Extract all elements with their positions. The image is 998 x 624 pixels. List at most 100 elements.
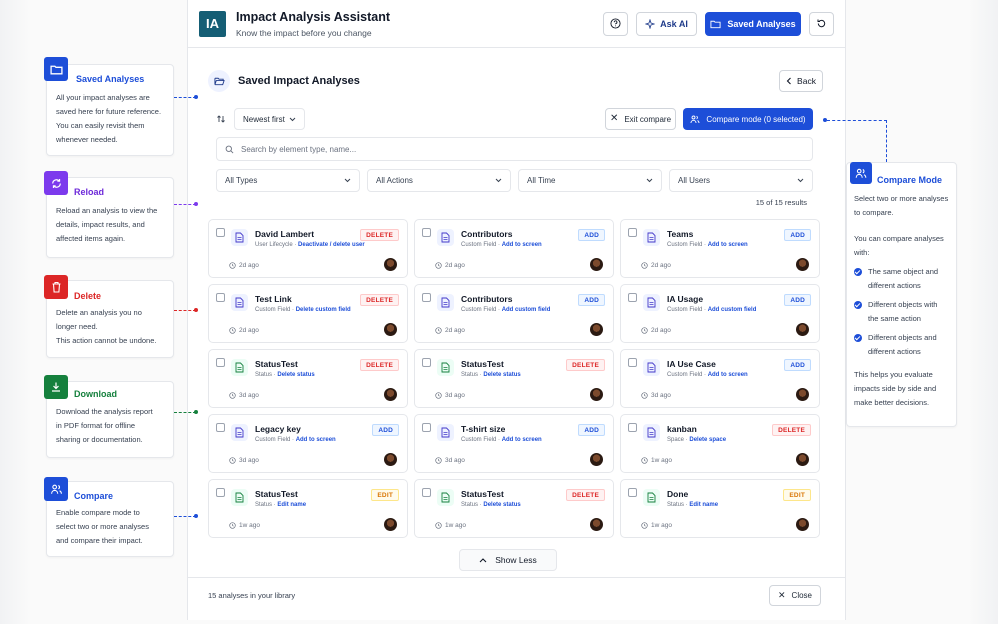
avatar: [796, 453, 809, 466]
card-checkbox[interactable]: [628, 358, 637, 367]
analysis-card[interactable]: StatusTest Status · Delete status DELETE 3d…: [414, 349, 614, 408]
clock-icon: [641, 457, 648, 464]
card-action: Add to screen: [295, 437, 336, 443]
card-checkbox[interactable]: [422, 228, 431, 237]
search-input[interactable]: [241, 144, 741, 154]
card-time: 2d ago: [435, 262, 465, 269]
filter-value: All Types: [225, 176, 258, 185]
check-circle-icon: [854, 301, 862, 309]
card-checkbox[interactable]: [422, 423, 431, 432]
app-subtitle: Know the impact before you change: [236, 27, 372, 38]
action-badge: ADD: [578, 424, 605, 436]
note-line: whenever needed.: [56, 135, 118, 144]
analysis-card[interactable]: IA Use Case Custom Field · Add to screen A…: [620, 349, 820, 408]
sort-select[interactable]: Newest first: [234, 108, 305, 130]
clock-icon: [641, 327, 648, 334]
help-button[interactable]: [603, 11, 628, 36]
close-icon: ✕: [609, 113, 619, 124]
card-time: 2d ago: [641, 262, 671, 269]
card-checkbox[interactable]: [216, 423, 225, 432]
analysis-card[interactable]: Legacy key Custom Field · Add to screen AD…: [208, 414, 408, 473]
card-action: Deactivate / delete user: [298, 242, 365, 248]
card-title: StatusTest: [461, 359, 504, 369]
card-checkbox[interactable]: [628, 488, 637, 497]
analysis-card[interactable]: StatusTest Status · Edit name EDIT 1w ago: [208, 479, 408, 538]
note-line: sharing or documentation.: [56, 435, 143, 444]
refresh-button[interactable]: [809, 11, 834, 36]
analysis-card[interactable]: Contributors Custom Field · Add to screen…: [414, 219, 614, 278]
analysis-card[interactable]: IA Usage Custom Field · Add custom field A…: [620, 284, 820, 343]
app-header: IA Impact Analysis Assistant Know the im…: [188, 0, 845, 48]
card-title: Done: [667, 489, 689, 499]
note-line: with:: [854, 248, 870, 257]
analysis-card[interactable]: Test Link Custom Field · Delete custom fi…: [208, 284, 408, 343]
note-line: Reload an analysis to view the: [56, 206, 158, 215]
document-icon: [437, 424, 454, 441]
sort-icon[interactable]: [214, 114, 228, 124]
filter-select[interactable]: All Time: [518, 169, 662, 192]
ask-ai-button[interactable]: Ask AI: [636, 11, 697, 36]
action-badge: DELETE: [360, 294, 399, 306]
card-checkbox[interactable]: [216, 488, 225, 497]
analysis-card[interactable]: Done Status · Edit name EDIT 1w ago: [620, 479, 820, 538]
card-checkbox[interactable]: [216, 228, 225, 237]
card-checkbox[interactable]: [216, 358, 225, 367]
saved-analyses-button[interactable]: Saved Analyses: [705, 11, 801, 36]
card-checkbox[interactable]: [216, 293, 225, 302]
card-time: 2d ago: [435, 327, 465, 334]
compare-mode-button[interactable]: Compare mode (0 selected): [683, 108, 813, 130]
card-title: StatusTest: [461, 489, 504, 499]
avatar: [796, 518, 809, 531]
document-icon: [231, 229, 248, 246]
analysis-card[interactable]: David Lambert User Lifecycle · Deactivate…: [208, 219, 408, 278]
analysis-card[interactable]: StatusTest Status · Delete status DELETE 1w…: [414, 479, 614, 538]
avatar: [384, 453, 397, 466]
analysis-card[interactable]: Teams Custom Field · Add to screen ADD 2d a…: [620, 219, 820, 278]
filter-select[interactable]: All Users: [669, 169, 813, 192]
card-action: Add to screen: [707, 372, 748, 378]
card-type: Status: [461, 372, 479, 378]
show-less-button[interactable]: Show Less: [459, 549, 557, 571]
card-checkbox[interactable]: [422, 488, 431, 497]
card-time: 2d ago: [229, 327, 259, 334]
note-line: Enable compare mode to: [56, 508, 140, 517]
filter-select[interactable]: All Types: [216, 169, 360, 192]
back-button[interactable]: Back: [779, 70, 823, 92]
analysis-card[interactable]: StatusTest Status · Delete status DELETE 3d…: [208, 349, 408, 408]
card-checkbox[interactable]: [628, 293, 637, 302]
card-time: 3d ago: [229, 392, 259, 399]
card-title: David Lambert: [255, 229, 315, 239]
sort-value: Newest first: [243, 114, 285, 124]
card-title: Test Link: [255, 294, 292, 304]
close-button[interactable]: ✕ Close: [769, 585, 821, 606]
card-type: Custom Field: [667, 372, 703, 378]
refresh-icon: [817, 19, 826, 28]
avatar: [590, 453, 603, 466]
analysis-card[interactable]: Contributors Custom Field · Add custom fi…: [414, 284, 614, 343]
folder-open-icon: [208, 70, 230, 92]
avatar: [796, 258, 809, 271]
card-checkbox[interactable]: [422, 293, 431, 302]
exit-compare-button[interactable]: ✕ Exit compare: [605, 108, 676, 130]
avatar: [796, 323, 809, 336]
analysis-card[interactable]: kanban Space · Delete space DELETE 1w ago: [620, 414, 820, 473]
card-checkbox[interactable]: [628, 228, 637, 237]
document-icon: [231, 359, 248, 376]
action-badge: DELETE: [566, 489, 605, 501]
card-action: Delete status: [277, 372, 315, 378]
note-line: This helps you evaluate: [854, 370, 933, 379]
chevron-left-icon: [786, 77, 791, 85]
results-count: 15 of 15 results: [755, 198, 807, 207]
note-line: impacts side by side and: [854, 384, 937, 393]
chevron-down-icon: [495, 178, 502, 183]
action-badge: ADD: [578, 229, 605, 241]
filter-select[interactable]: All Actions: [367, 169, 511, 192]
document-icon: [643, 229, 660, 246]
card-subtitle: Space · Delete space: [667, 437, 727, 443]
card-action: Add to screen: [707, 242, 748, 248]
card-checkbox[interactable]: [422, 358, 431, 367]
card-checkbox[interactable]: [628, 423, 637, 432]
analysis-card[interactable]: T-shirt size Custom Field · Add to screen…: [414, 414, 614, 473]
note-line: You can easily revisit them: [56, 121, 145, 130]
